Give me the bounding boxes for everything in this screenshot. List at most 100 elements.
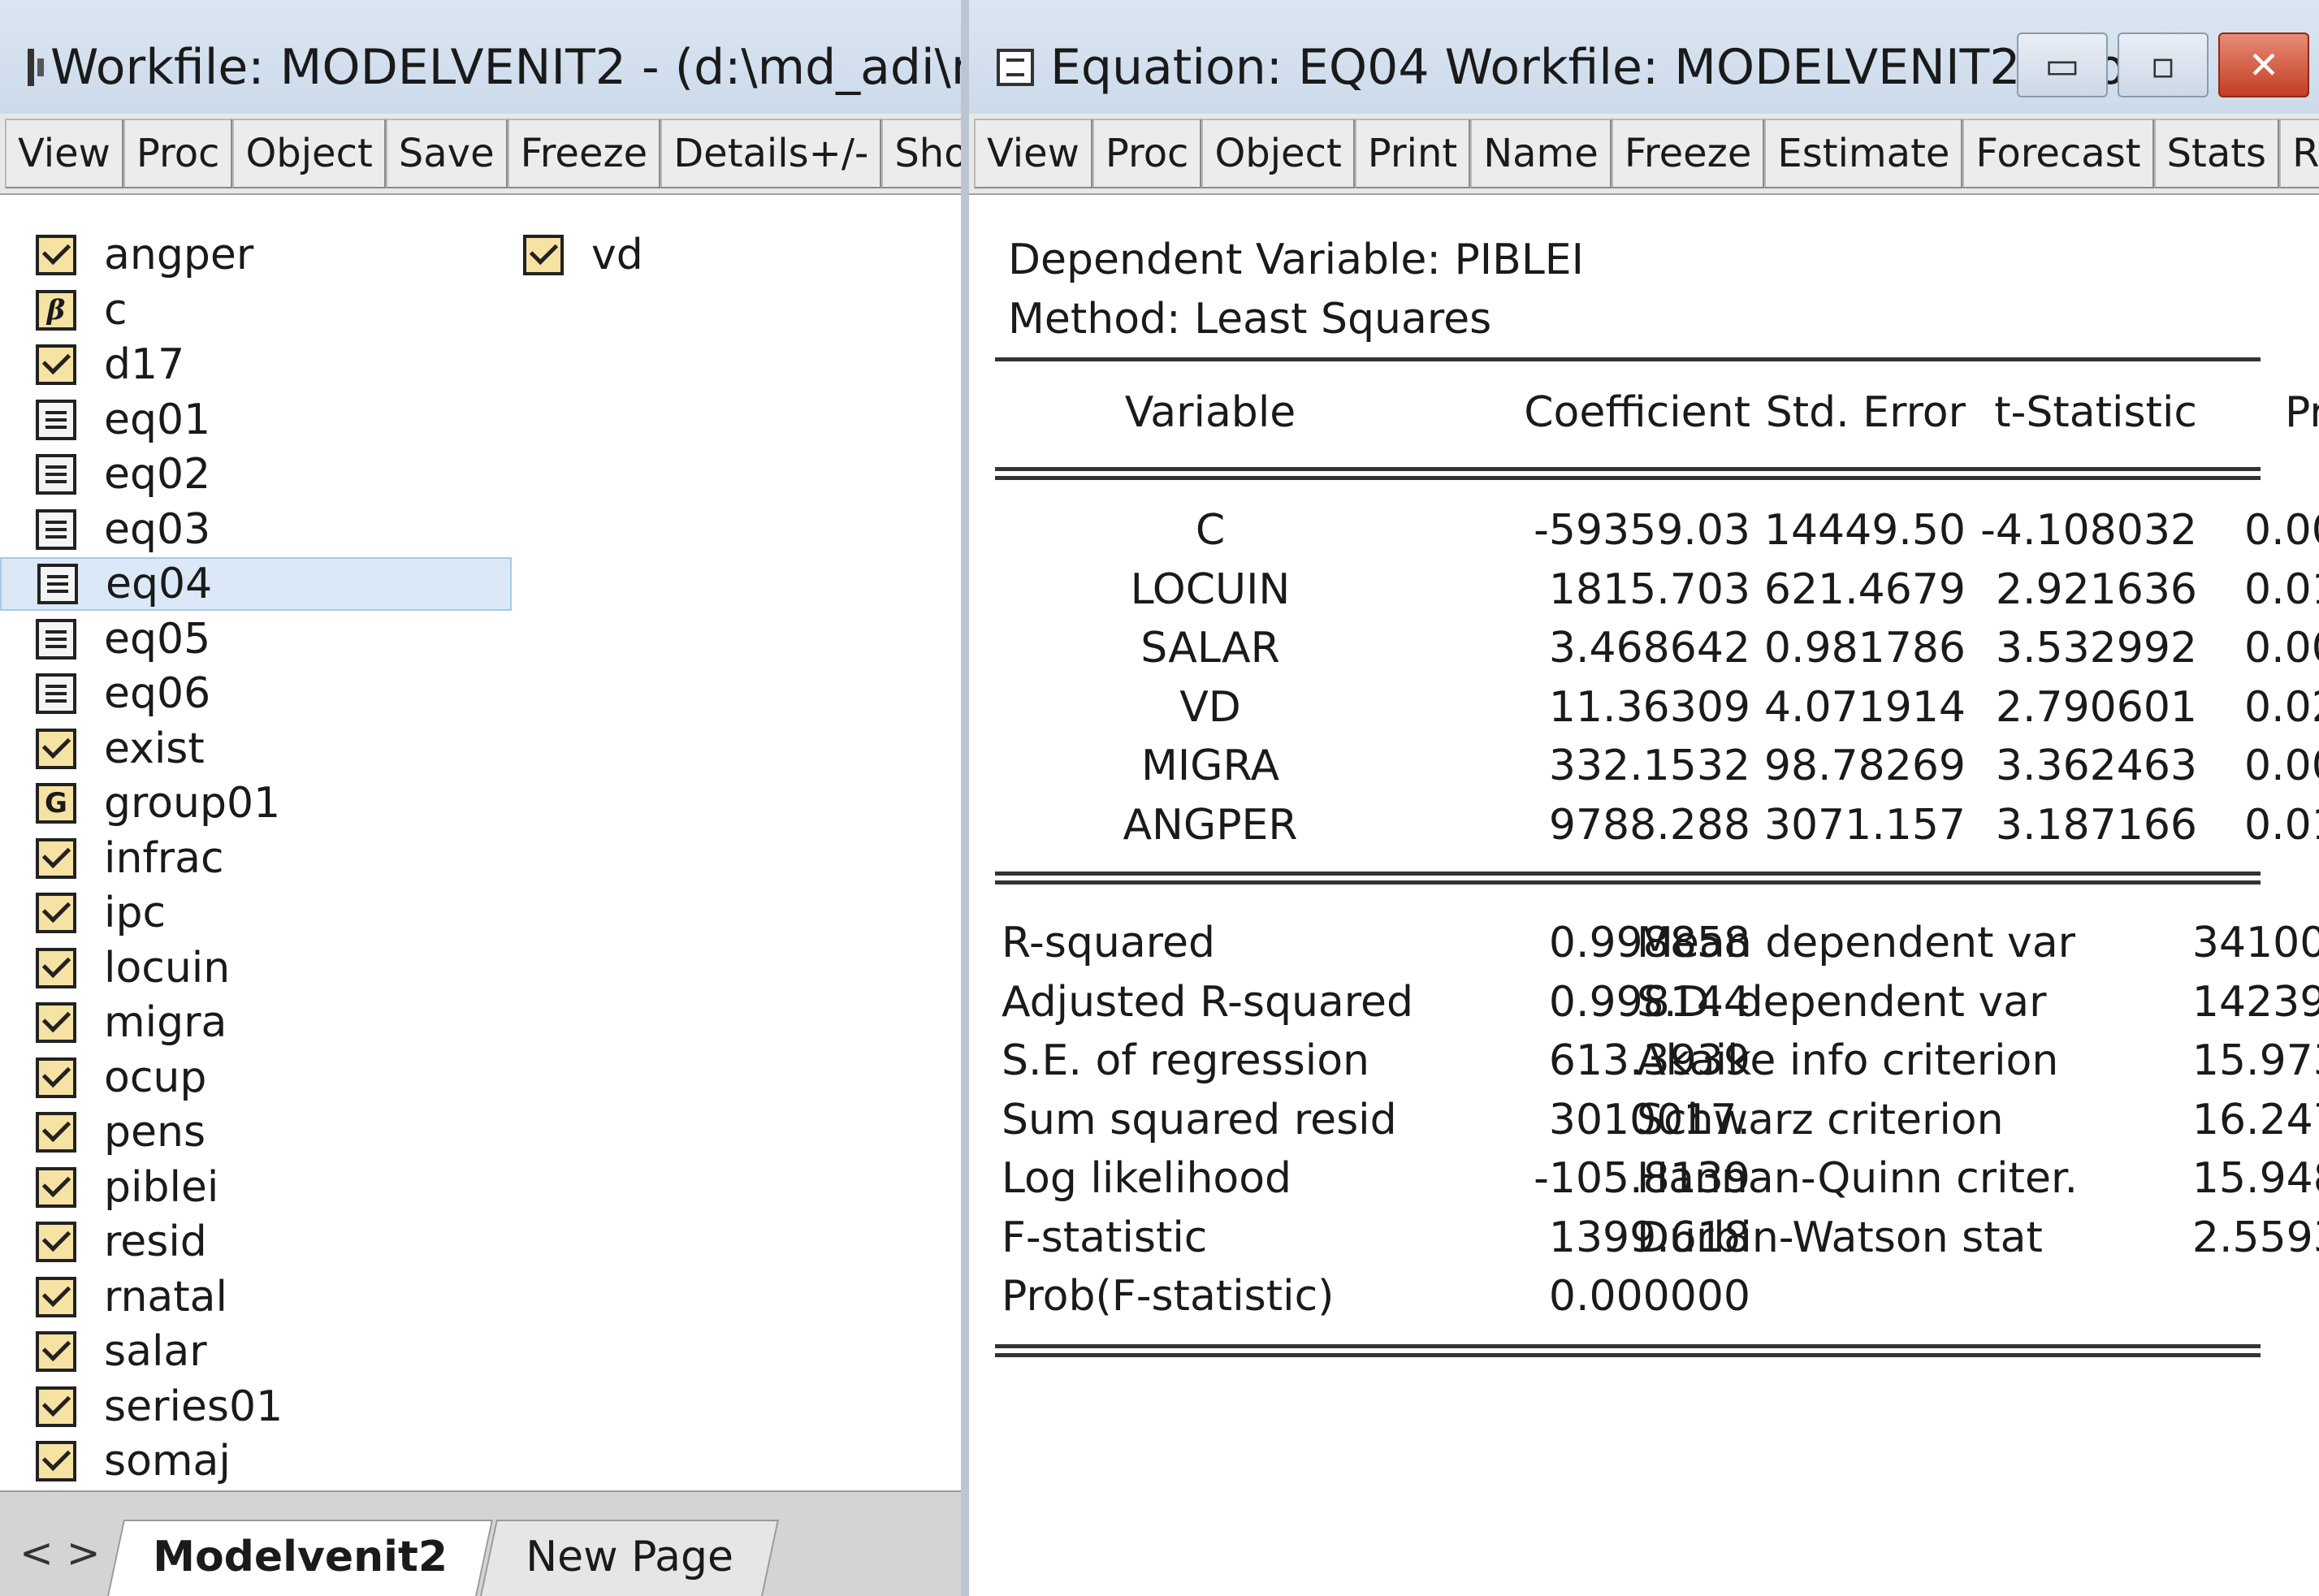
- coef-cell-se: 14449.50: [1763, 506, 1966, 555]
- stats-button[interactable]: Stats: [2153, 119, 2280, 188]
- object-name: infrac: [104, 833, 224, 883]
- object-name: migra: [104, 998, 227, 1047]
- object-name: exist: [104, 724, 205, 773]
- workfile-object-group01[interactable]: Ggroup01: [0, 776, 512, 830]
- workfile-object-locuin[interactable]: locuin: [0, 941, 512, 995]
- coef-cell-coef: 3.468642: [1548, 624, 1750, 673]
- workfile-object-pens[interactable]: pens: [0, 1105, 512, 1159]
- workfile-object-resid[interactable]: resid: [0, 1215, 512, 1269]
- resids-button[interactable]: Resids: [2279, 119, 2319, 188]
- tab-label: New Page: [525, 1533, 733, 1581]
- header-rule-1: [995, 467, 2261, 471]
- coef-cell-p: 0.0192: [2244, 564, 2319, 614]
- proc-button[interactable]: Proc: [1092, 119, 1202, 188]
- series-icon: [36, 235, 76, 275]
- tab-new-page[interactable]: New Page: [479, 1520, 779, 1596]
- maximize-button[interactable]: ▫: [2118, 32, 2209, 97]
- object-name: ipc: [104, 889, 167, 937]
- workfile-toolbar: ViewProcObjectSaveFreezeDetails+/-ShowFe…: [0, 114, 961, 195]
- series-icon: [36, 1386, 76, 1427]
- variable-name: VD: [1179, 682, 1241, 732]
- coef-cell-se: 3071.157: [1763, 800, 1966, 850]
- workfile-object-c[interactable]: βc: [0, 283, 512, 337]
- series-icon: [36, 1222, 76, 1262]
- close-button[interactable]: ✕: [2218, 32, 2309, 97]
- print-button[interactable]: Print: [1354, 119, 1471, 188]
- workfile-object-rnatal[interactable]: rnatal: [0, 1270, 512, 1324]
- equation-toolbar: View Proc Object Print Name Freeze Estimate For…: [969, 114, 2319, 195]
- minimize-button[interactable]: ▭: [2017, 32, 2108, 97]
- workfile-object-eq06[interactable]: eq06: [0, 667, 512, 720]
- variable-name: LOCUIN: [1130, 564, 1291, 614]
- workfile-object-ocup[interactable]: ocup: [0, 1051, 512, 1105]
- stat-label: Sum squared resid: [1002, 1095, 1397, 1144]
- forecast-button[interactable]: Forecast: [1962, 119, 2154, 188]
- coef-cell-coef: -59359.03: [1534, 506, 1750, 555]
- workfile-object-salar[interactable]: salar: [0, 1325, 512, 1378]
- workfile-object-d17[interactable]: d17: [0, 338, 512, 391]
- series-icon: [36, 1166, 76, 1208]
- coef-cell-se: 4.071914: [1763, 682, 1966, 732]
- object-button[interactable]: Object: [232, 119, 386, 188]
- freeze-button[interactable]: Freeze: [1611, 119, 1765, 188]
- details-button[interactable]: Details+/-: [660, 119, 882, 188]
- workfile-object-migra[interactable]: migra: [0, 996, 512, 1049]
- tab-nav-arrows[interactable]: < >: [19, 1529, 101, 1596]
- workfile-window: Workfile: MODELVENIT2 - (d:\md_adi\mode …: [0, 0, 961, 1596]
- workfile-object-ipc[interactable]: ipc: [0, 886, 512, 940]
- stat-label: Durbin-Watson stat: [1637, 1213, 2043, 1262]
- object-name: group01: [104, 779, 281, 828]
- object-name: c: [104, 285, 128, 335]
- view-button[interactable]: View: [974, 119, 1092, 188]
- view-button[interactable]: View: [5, 119, 123, 188]
- coef-cell-p: 0.0077: [2244, 624, 2319, 673]
- coef-cell-p: 0.0099: [2244, 742, 2319, 790]
- proc-button[interactable]: Proc: [123, 119, 233, 188]
- workfile-object-eq04[interactable]: eq04: [0, 557, 512, 611]
- workfile-object-piblei[interactable]: piblei: [0, 1161, 512, 1214]
- workfile-object-eq02[interactable]: eq02: [0, 448, 512, 501]
- freeze-button[interactable]: Freeze: [507, 119, 661, 188]
- workfile-object-exist[interactable]: exist: [0, 722, 512, 776]
- workfile-object-somaj[interactable]: somaj: [0, 1434, 512, 1488]
- workfile-object-vd[interactable]: vd: [487, 228, 731, 282]
- coef-icon: β: [36, 289, 76, 331]
- coef-cell-coef: 332.1532: [1548, 742, 1750, 790]
- workfile-object-infrac[interactable]: infrac: [0, 832, 512, 885]
- show-button[interactable]: Show: [881, 119, 961, 188]
- series-icon: [36, 1441, 76, 1481]
- series-icon: [36, 1002, 76, 1043]
- workfile-object-series01[interactable]: series01: [0, 1380, 512, 1434]
- name-button[interactable]: Name: [1470, 119, 1612, 188]
- object-name: angper: [104, 231, 254, 279]
- workfile-object-eq03[interactable]: eq03: [0, 503, 512, 556]
- workfile-object-eq05[interactable]: eq05: [0, 612, 512, 666]
- stats-rule-1: [995, 872, 2261, 876]
- tab-label: Modelvenit2: [152, 1533, 448, 1581]
- column-header-prob: Prob.: [2284, 388, 2319, 437]
- header-rule-2: [995, 476, 2261, 480]
- estimate-button[interactable]: Estimate: [1764, 119, 1963, 188]
- coef-cell-coef: 9788.288: [1548, 800, 1750, 850]
- stat-label: Akaike info criterion: [1637, 1036, 2059, 1085]
- object-name: eq05: [104, 614, 211, 664]
- object-name: eq02: [104, 450, 211, 499]
- series-icon: [36, 1112, 76, 1153]
- estimation-method: Method: Least Squares: [1008, 295, 1492, 344]
- stat-value: 14239.86: [2191, 977, 2319, 1027]
- object-name: d17: [104, 340, 185, 389]
- column-header-std-error: Std. Error: [1765, 388, 1966, 437]
- workfile-tabbar: < > Modelvenit2 New Page: [0, 1490, 961, 1596]
- save-button[interactable]: Save: [385, 119, 508, 188]
- tab-modelvenit2[interactable]: Modelvenit2: [106, 1520, 493, 1596]
- coef-cell-coef: 1815.703: [1548, 564, 1750, 614]
- stat-value: 15.94807: [2191, 1154, 2319, 1203]
- stat-label: Prob(F-statistic): [1002, 1272, 1335, 1321]
- stat-label: Adjusted R-squared: [1002, 977, 1414, 1027]
- object-button[interactable]: Object: [1201, 119, 1355, 188]
- series-icon: [36, 1057, 76, 1098]
- workfile-object-angper[interactable]: angper: [0, 228, 512, 282]
- object-name: locuin: [104, 943, 231, 993]
- workfile-object-eq01[interactable]: eq01: [0, 393, 512, 447]
- group-icon: G: [36, 783, 76, 824]
